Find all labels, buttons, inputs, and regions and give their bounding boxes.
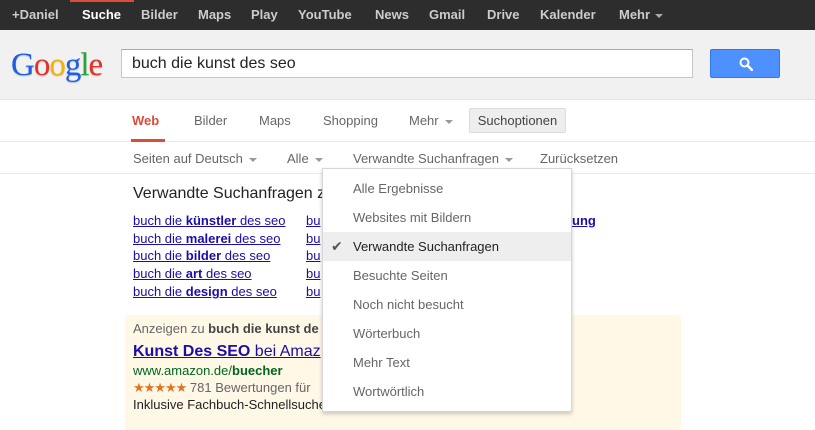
related-link[interactable]: bu	[306, 230, 320, 247]
chevron-down-icon	[248, 157, 257, 162]
gbar-play-link[interactable]: Play	[251, 0, 278, 30]
related-link[interactable]: bu	[306, 283, 320, 300]
gbar-search-link[interactable]: Suche	[82, 0, 121, 30]
logo-letter: o	[33, 47, 50, 83]
logo-letter: e	[88, 47, 104, 83]
gbar-profile-link[interactable]: +Daniel	[12, 0, 59, 30]
related-link[interactable]: buch die bilder des seo	[133, 247, 270, 264]
related-link[interactable]: bu	[306, 247, 320, 264]
search-options-button[interactable]: Suchoptionen	[469, 108, 566, 133]
logo-letter: g	[64, 47, 81, 83]
logo-letter: l	[80, 47, 89, 83]
chevron-down-icon	[444, 119, 453, 124]
google-bar: +Daniel Suche Bilder Maps Play YouTube N…	[0, 0, 815, 30]
active-tab-indicator	[131, 139, 165, 142]
related-link[interactable]: ung	[572, 212, 596, 229]
gbar-calendar-link[interactable]: Kalender	[540, 0, 596, 30]
menu-item-more-text[interactable]: Mehr Text	[323, 348, 571, 377]
menu-item-related-searches[interactable]: ✔ Verwandte Suchanfragen	[323, 232, 571, 261]
related-searches-title: Verwandte Suchanfragen zu	[133, 185, 335, 202]
search-header: Google buch die kunst des seo	[0, 30, 815, 100]
related-link[interactable]: buch die art des seo	[133, 265, 252, 282]
gbar-images-link[interactable]: Bilder	[141, 0, 178, 30]
gbar-more-label: Mehr	[619, 7, 651, 22]
results-type-filter[interactable]: Verwandte Suchanfragen	[353, 151, 513, 166]
menu-item-all-results[interactable]: Alle Ergebnisse	[323, 174, 571, 203]
related-link[interactable]: bu	[306, 212, 320, 229]
search-type-tabs: Web Bilder Maps Shopping Mehr	[0, 101, 815, 142]
menu-item-label: Verwandte Suchanfragen	[353, 239, 499, 254]
ad-description: Inklusive Fachbuch-Schnellsuche	[133, 397, 326, 412]
ad-rating: ★★★★★ 781 Bewertungen für	[133, 380, 311, 395]
tab-more[interactable]: Mehr	[409, 113, 453, 128]
menu-item-not-yet-visited[interactable]: Noch nicht besucht	[323, 290, 571, 319]
related-link[interactable]: bu	[306, 265, 320, 282]
menu-item-sites-with-images[interactable]: Websites mit Bildern	[323, 203, 571, 232]
menu-item-visited-pages[interactable]: Besuchte Seiten	[323, 261, 571, 290]
gbar-more-menu[interactable]: Mehr	[619, 0, 664, 30]
star-rating-icon: ★★★★★	[133, 380, 187, 395]
gbar-news-link[interactable]: News	[375, 0, 409, 30]
logo-letter: o	[49, 47, 65, 83]
chevron-down-icon	[505, 157, 513, 162]
ad-title-link[interactable]: Kunst Des SEO bei Amaz	[133, 343, 321, 361]
related-link[interactable]: buch die design des seo	[133, 283, 277, 300]
time-filter-label: Alle	[287, 151, 309, 166]
gbar-youtube-link[interactable]: YouTube	[298, 0, 352, 30]
search-button[interactable]	[710, 49, 780, 78]
menu-item-verbatim[interactable]: Wortwörtlich	[323, 377, 571, 406]
tab-web[interactable]: Web	[132, 113, 159, 128]
ads-heading: Anzeigen zu buch die kunst de	[133, 321, 319, 336]
logo-letter: G	[11, 47, 35, 83]
menu-item-dictionary[interactable]: Wörterbuch	[323, 319, 571, 348]
google-logo[interactable]: Google	[11, 45, 104, 85]
chevron-down-icon	[314, 157, 323, 162]
tab-images[interactable]: Bilder	[194, 113, 227, 128]
gbar-gmail-link[interactable]: Gmail	[429, 0, 465, 30]
checkmark-icon: ✔	[331, 238, 343, 254]
gbar-maps-link[interactable]: Maps	[198, 0, 231, 30]
language-filter[interactable]: Seiten auf Deutsch	[133, 151, 257, 166]
related-link[interactable]: buch die künstler des seo	[133, 212, 286, 229]
language-filter-label: Seiten auf Deutsch	[133, 151, 243, 166]
tab-maps[interactable]: Maps	[259, 113, 291, 128]
results-type-dropdown: Alle Ergebnisse Websites mit Bildern ✔ Ve…	[322, 168, 572, 412]
search-input[interactable]: buch die kunst des seo	[121, 49, 693, 78]
time-filter[interactable]: Alle	[287, 151, 323, 166]
gbar-drive-link[interactable]: Drive	[487, 0, 520, 30]
results-type-filter-label: Verwandte Suchanfragen	[353, 151, 499, 166]
ad-url: www.amazon.de/buecher	[133, 363, 283, 378]
tab-shopping[interactable]: Shopping	[323, 113, 378, 128]
search-icon	[739, 57, 753, 71]
related-link[interactable]: buch die malerei des seo	[133, 230, 280, 247]
chevron-down-icon	[655, 13, 664, 18]
reset-filters-link[interactable]: Zurücksetzen	[540, 151, 618, 166]
tab-more-label: Mehr	[409, 113, 439, 128]
